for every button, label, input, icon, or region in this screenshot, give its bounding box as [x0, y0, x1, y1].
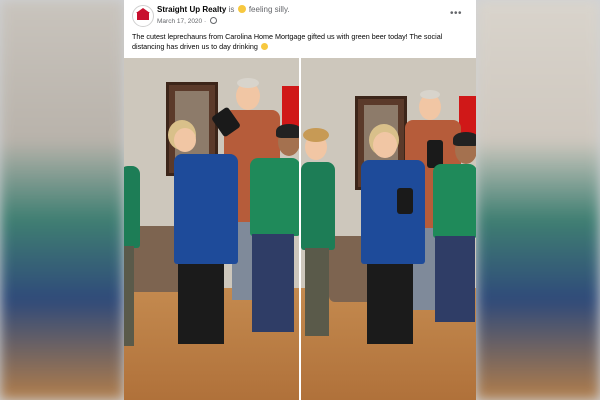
post-photo-right[interactable]	[301, 58, 476, 400]
backdrop-right	[476, 0, 600, 400]
post-date-link[interactable]: March 17, 2020	[157, 18, 202, 25]
post-meta: March 17, 2020 ·	[157, 17, 217, 25]
smiling-face-icon	[260, 43, 268, 50]
post-photo-left[interactable]	[124, 58, 299, 400]
post-author-line: Straight Up Realty is feeling silly.	[157, 5, 290, 14]
meta-separator: ·	[203, 18, 207, 25]
facebook-post: Straight Up Realty is feeling silly. Mar…	[124, 0, 476, 400]
silly-face-icon	[237, 5, 246, 13]
logo-house-icon	[137, 12, 149, 20]
more-options-button[interactable]: •••	[450, 8, 462, 19]
page-name-link[interactable]: Straight Up Realty	[157, 5, 226, 14]
globe-icon	[209, 17, 217, 24]
post-text: The cutest leprechauns from Carolina Hom…	[132, 32, 470, 52]
page-avatar[interactable]	[132, 5, 154, 27]
backdrop-left	[0, 0, 124, 400]
green-beer-bottle	[397, 188, 413, 214]
post-header: Straight Up Realty is feeling silly. Mar…	[124, 0, 476, 30]
feeling-text: feeling silly.	[248, 5, 290, 14]
is-text: is	[228, 5, 235, 14]
post-message: The cutest leprechauns from Carolina Hom…	[132, 32, 443, 51]
